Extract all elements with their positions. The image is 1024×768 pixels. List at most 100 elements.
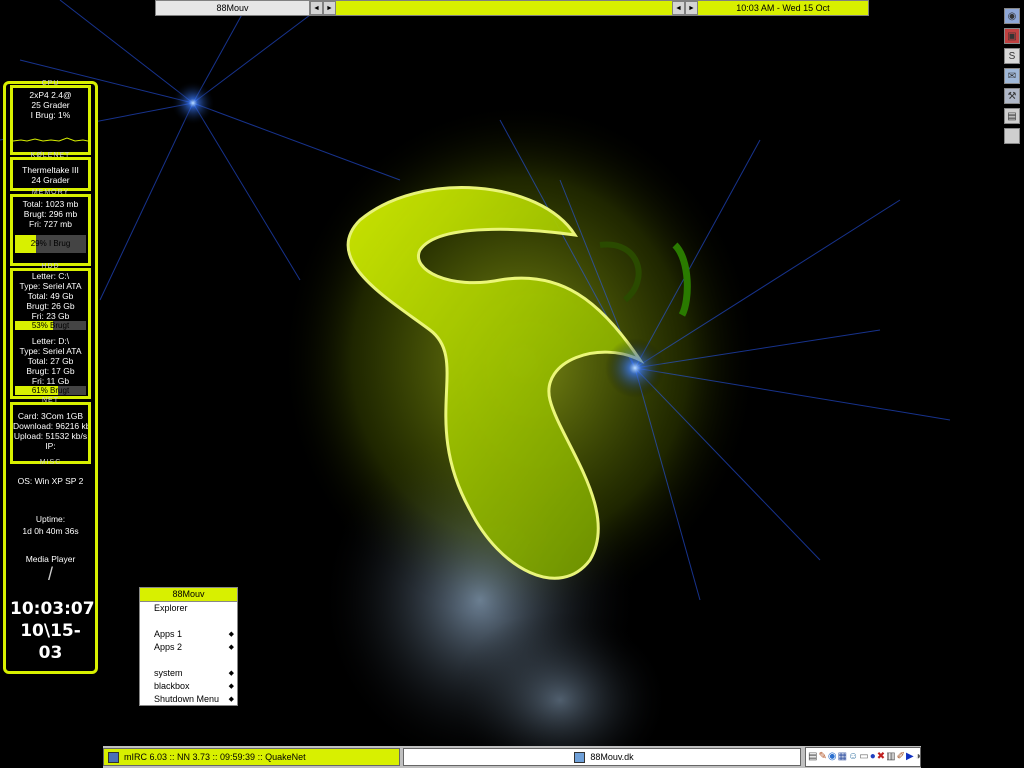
- cpu-model: 2xP4 2.4@: [29, 90, 72, 100]
- media-player-label[interactable]: Media Player: [10, 554, 91, 564]
- memory-usage-label: 29% I Brug: [30, 239, 71, 248]
- memory-total: Total: 1023 mb: [22, 199, 79, 209]
- menu-item-label: Explorer: [154, 603, 188, 613]
- next-workspace-button[interactable]: ►: [323, 1, 336, 15]
- uptime-value: 1d 0h 40m 36s: [22, 526, 79, 536]
- media-icon[interactable]: ▣: [1004, 28, 1020, 44]
- hdd-c-type: Type: Seriel ATA: [19, 281, 82, 291]
- user-icon[interactable]: ☺: [848, 750, 858, 764]
- memory-usage-bar: 29% I Brug: [15, 235, 86, 253]
- memory-section: MEMORY Total: 1023 mb Brugt: 296 mb Fri:…: [10, 189, 91, 266]
- menu-item-label: Apps 2: [154, 642, 183, 652]
- os-label: OS: Win XP SP 2: [17, 476, 84, 486]
- hdd-d-used: Brugt: 17 Gb: [26, 366, 75, 376]
- system-monitor-panel: CPU 2xP4 2.4@ 25 Grader I Brug: 1% KØLEN…: [3, 80, 98, 674]
- monitor-time: 10:03:07: [10, 599, 95, 619]
- task-browser[interactable]: 88Mouv.dk: [403, 748, 801, 766]
- hdd-d-letter: Letter: D:\: [31, 336, 70, 346]
- cpu-usage-graph: [13, 137, 88, 142]
- submenu-arrow-icon: ◆: [228, 683, 234, 690]
- hdd-c-used: Brugt: 26 Gb: [26, 301, 75, 311]
- menu-item-apps2[interactable]: Apps 2 ◆: [140, 641, 237, 654]
- media-icon[interactable]: ▶: [906, 750, 914, 764]
- grid-icon[interactable]: ▦: [838, 750, 847, 764]
- slit-dock: ◉ ▣ S ✉ ⚒ ▤: [1004, 8, 1022, 148]
- browser-icon: [574, 751, 586, 763]
- cooler-model: Thermeltake III: [22, 165, 79, 175]
- clipboard-icon[interactable]: ✖: [877, 750, 885, 764]
- toolbar-clock: 10:03 AM - Wed 15 Oct: [698, 1, 868, 15]
- misc-section: MISC OS: Win XP SP 2 Uptime: 1d 0h 40m 3…: [10, 459, 95, 670]
- task-label: 88Mouv.dk: [590, 752, 634, 762]
- uptime-label: Uptime:: [35, 514, 66, 524]
- submenu-arrow-icon: ◆: [228, 696, 234, 703]
- submenu-arrow-icon: ◆: [228, 631, 234, 638]
- hdd-title: HDD: [41, 263, 60, 270]
- prev-window-button[interactable]: ◄: [672, 1, 685, 15]
- hdd-d-type: Type: Seriel ATA: [19, 346, 82, 356]
- menu-item-label: Apps 1: [154, 629, 183, 639]
- hdd-section: HDD Letter: C:\ Type: Seriel ATA Total: …: [10, 263, 91, 399]
- task-mirc[interactable]: mIRC 6.03 :: NN 3.73 :: 09:59:39 :: Quak…: [103, 748, 400, 766]
- menu-item-label: blackbox: [154, 681, 190, 691]
- media-player-indicator: /: [47, 564, 53, 584]
- mirc-icon: [108, 751, 119, 763]
- hdd-d-free: Fri: 11 Gb: [31, 376, 70, 386]
- monitor-date: 10\15-03: [20, 621, 81, 663]
- printer-icon[interactable]: ▭: [859, 750, 868, 764]
- tools-icon[interactable]: ⚒: [1004, 88, 1020, 104]
- hdd-c-usage-bar: 53% Brugt: [15, 321, 86, 330]
- net-download: Download: 96216 kb/: [13, 421, 88, 431]
- hdd-d-usage-bar: 61% Brugt: [15, 386, 86, 395]
- cpu-title: CPU: [41, 80, 60, 87]
- net-upload: Upload: 51532 kb/s: [13, 431, 88, 441]
- memory-title: MEMORY: [31, 189, 70, 196]
- net-title: NET: [42, 397, 59, 404]
- menu-item-blackbox[interactable]: blackbox ◆: [140, 680, 237, 693]
- hdd-c-usage-label: 53% Brugt: [31, 321, 70, 330]
- speaker-icon[interactable]: ◑: [915, 750, 921, 764]
- chip-icon[interactable]: ▤: [1004, 108, 1020, 124]
- cooler-temp: 24 Grader: [31, 175, 70, 185]
- cpu-usage: I Brug: 1%: [30, 110, 71, 120]
- menu-item-system[interactable]: system ◆: [140, 667, 237, 680]
- root-menu: 88Mouv Explorer Apps 1 ◆ Apps 2 ◆ system ◆ …: [139, 587, 238, 706]
- cpu-section: CPU 2xP4 2.4@ 25 Grader I Brug: 1%: [10, 80, 91, 155]
- menu-item-label: Shutdown Menu: [154, 694, 220, 704]
- workspace-label[interactable]: 88Mouv: [156, 1, 310, 15]
- submenu-arrow-icon: ◆: [228, 644, 234, 651]
- memory-free: Fri: 727 mb: [29, 219, 72, 229]
- blank-icon[interactable]: [1004, 128, 1020, 144]
- memory-used: Brugt: 296 mb: [23, 209, 78, 219]
- play-icon[interactable]: ●: [870, 750, 876, 764]
- cooler-section: KØLENET Thermeltake III 24 Grader: [10, 152, 91, 191]
- net-ip: IP:: [45, 441, 56, 451]
- menu-item-label: system: [154, 668, 183, 678]
- top-toolbar: 88Mouv ◄ ► ◄ ► 10:03 AM - Wed 15 Oct: [155, 0, 869, 16]
- chart-icon[interactable]: ✐: [897, 750, 905, 764]
- taskbar: mIRC 6.03 :: NN 3.73 :: 09:59:39 :: Quak…: [103, 746, 921, 768]
- chip-icon[interactable]: ▤: [808, 750, 817, 764]
- misc-title: MISC: [39, 459, 62, 466]
- messenger-icon[interactable]: S: [1004, 48, 1020, 64]
- cooler-title: KØLENET: [30, 152, 71, 159]
- submenu-arrow-icon: ◆: [228, 670, 234, 677]
- net-section: NET Card: 3Com 1GB Download: 96216 kb/ U…: [10, 397, 91, 464]
- system-tray: ▤ ✎ ◉ ▦ ☺ ▭ ● ✖ ▥ ✐ ▶ ◑: [805, 747, 921, 767]
- menu-item-apps1[interactable]: Apps 1 ◆: [140, 628, 237, 641]
- hdd-c-letter: Letter: C:\: [31, 271, 70, 281]
- hdd-c-free: Fri: 23 Gb: [31, 311, 70, 321]
- menu-item-shutdown[interactable]: Shutdown Menu ◆: [140, 693, 237, 706]
- hdd-d-usage-label: 61% Brugt: [31, 386, 70, 395]
- prev-workspace-button[interactable]: ◄: [310, 1, 323, 15]
- cpu-temp: 25 Grader: [31, 100, 70, 110]
- globe-icon[interactable]: ◉: [828, 750, 837, 764]
- hdd-d-total: Total: 27 Gb: [27, 356, 74, 366]
- globe-icon[interactable]: ◉: [1004, 8, 1020, 24]
- menu-item-explorer[interactable]: Explorer: [140, 602, 237, 615]
- app-icon[interactable]: ✎: [818, 750, 826, 764]
- network-icon[interactable]: ✉: [1004, 68, 1020, 84]
- next-window-button[interactable]: ►: [685, 1, 698, 15]
- tools-icon[interactable]: ▥: [886, 750, 895, 764]
- toolbar-window-label[interactable]: [336, 1, 672, 15]
